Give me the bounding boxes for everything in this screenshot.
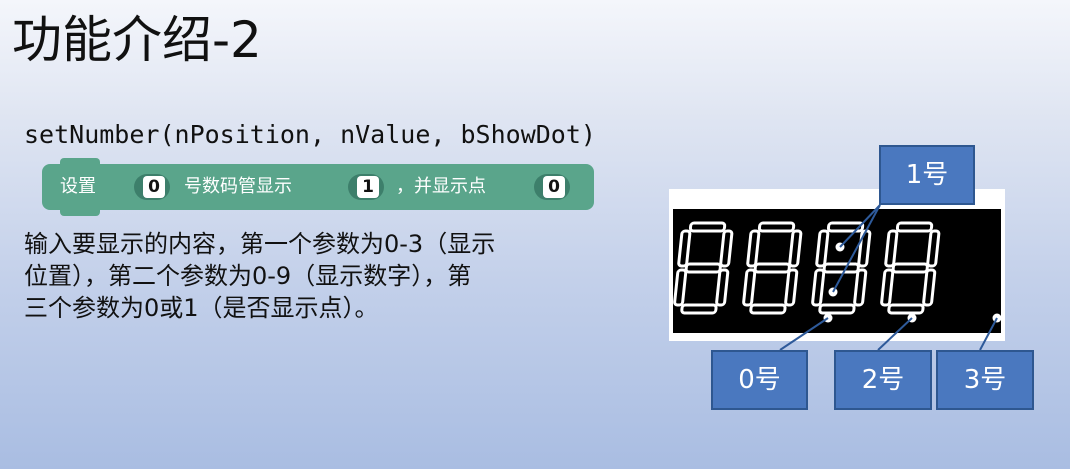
display-dots (823, 242, 1002, 323)
position-label-0: 0号 (711, 350, 808, 410)
digit-2-segment-e (811, 268, 826, 307)
digit-0-segment-d (680, 303, 718, 315)
digit-2-segment-g (822, 262, 860, 274)
digit-3-segment-g (891, 262, 929, 274)
position-label-3: 3号 (936, 350, 1034, 410)
digit-1-segment-d (749, 303, 787, 315)
digit-3 (880, 221, 941, 315)
digit-0 (673, 221, 734, 315)
digit-1 (742, 221, 803, 315)
digit-1-segment-g (753, 262, 791, 274)
digit-3-segment-c (922, 268, 937, 307)
position-label-2: 2号 (834, 350, 932, 410)
digit-3-segment-f (884, 229, 899, 268)
pointer-line-0 (779, 317, 829, 351)
digit-1-segment-f (746, 229, 761, 268)
digit-0-segment-a (688, 221, 727, 233)
digit-0-segment-e (673, 268, 688, 307)
digit-3-segment-a (895, 221, 934, 233)
digit-3-segment-d (887, 303, 925, 315)
pointer-lines (779, 204, 998, 351)
pointer-line-3 (979, 317, 998, 351)
digit-3-segment-b (926, 229, 941, 268)
digit-0-segment-f (677, 229, 692, 268)
digit-1-segment-e (742, 268, 757, 307)
digit-0-segment-c (715, 268, 730, 307)
digit-1-segment-c (784, 268, 799, 307)
pointer-line-2 (877, 317, 913, 351)
digit-2-segment-c (853, 268, 868, 307)
digit-0-segment-g (684, 262, 722, 274)
digit-0-segment-b (719, 229, 734, 268)
display-digits (673, 221, 941, 315)
digit-1-segment-b (788, 229, 803, 268)
digit-2-segment-b (857, 229, 872, 268)
digit-1-segment-a (757, 221, 796, 233)
position-label-1: 1号 (879, 145, 975, 205)
digit-2-segment-d (818, 303, 856, 315)
digit-2-segment-f (815, 229, 830, 268)
digit-3-segment-e (880, 268, 895, 307)
